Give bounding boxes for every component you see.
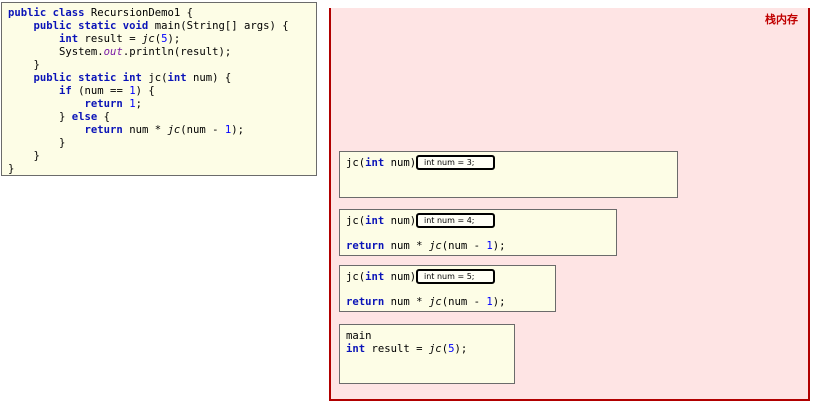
code-token: (num - [180,124,225,136]
code-token: int [365,215,391,227]
code-token: num) [390,271,417,283]
code-token: out [103,46,123,58]
source-code-panel: public class RecursionDemo1 { public sta… [1,2,317,176]
code-token: main(String[] args) { [154,20,289,32]
frame-signature: jc(int num) [346,271,416,284]
code-token: RecursionDemo1 { [90,7,193,19]
code-token: return [84,124,130,136]
stack-memory-title: 栈内存 [765,13,798,26]
code-line: public static void main(String[] args) { [8,20,316,33]
code-token: ); [167,33,181,45]
stack-frame-jc-4: jc(int num) int num = 4; return num * jc… [339,209,617,256]
code-token: main [346,330,372,342]
code-token: return [346,296,391,308]
code-line: System.out.println(result); [8,46,316,59]
code-token: public static void [8,20,155,32]
code-token: jc [428,240,442,252]
code-token: jc( [346,215,366,227]
code-token: num * [390,296,429,308]
code-token: public static int [8,72,149,84]
code-token: result = [84,33,142,45]
code-token: int [59,33,85,45]
code-token: } [8,163,15,175]
code-token: jc [141,33,155,45]
code-token: ); [492,240,506,252]
code-token: ) { [135,85,155,97]
code-token: (num == [78,85,130,97]
code-token: num * [129,124,168,136]
code-token: jc( [346,157,366,169]
code-token: else [71,111,104,123]
code-line: } [8,150,316,163]
code-token: int [365,271,391,283]
code-token: jc [428,296,442,308]
code-token: } [8,150,40,162]
code-token: .println(result); [122,46,232,58]
code-token: (num - [441,296,487,308]
code-line: } [8,59,316,72]
local-variable-box: int num = 3; [416,155,495,170]
local-variable-box: int num = 5; [416,269,495,284]
code-token: System. [8,46,104,58]
stack-memory-panel: 栈内存 jc(int num) int num = 3; jc(int num)… [329,8,810,401]
code-token: public class [8,7,91,19]
stack-frame-jc-3: jc(int num) int num = 3; [339,151,678,198]
stack-frame-jc-5: jc(int num) int num = 5; return num * jc… [339,265,556,312]
code-token: } [8,59,40,71]
code-token: int [167,72,193,84]
code-line: public class RecursionDemo1 { [8,7,316,20]
code-token: num * [390,240,429,252]
main-frame-label: main [346,330,372,343]
code-token: num) [390,157,417,169]
code-line: } [8,163,316,176]
code-token: jc( [148,72,168,84]
code-token: num) [390,215,417,227]
frame-signature: jc(int num) [346,215,416,228]
code-token: num) { [192,72,232,84]
code-token: ); [492,296,506,308]
code-token: int [365,157,391,169]
code-token: (num - [441,240,487,252]
code-token: return [84,98,130,110]
code-token: ); [454,343,468,355]
code-line: } [8,137,316,150]
code-token: return [346,240,391,252]
code-token: result = [371,343,429,355]
code-line: return num * jc(num - 1); [8,124,316,137]
code-token: } [8,137,66,149]
code-line: int result = jc(5); [8,33,316,46]
frame-return-line: return num * jc(num - 1); [346,296,506,309]
code-token: ; [135,98,142,110]
frame-return-line: return num * jc(num - 1); [346,240,506,253]
code-token: jc( [346,271,366,283]
local-variable-box: int num = 4; [416,213,495,228]
code-token: int [346,343,372,355]
code-line: } else { [8,111,316,124]
stack-frame-main: main int result = jc(5); [339,324,515,384]
code-token: jc [428,343,442,355]
main-frame-statement: int result = jc(5); [346,343,467,356]
code-token: if [59,85,79,97]
frame-signature: jc(int num) [346,157,416,170]
code-token: jc [167,124,181,136]
code-line: return 1; [8,98,316,111]
code-token: } [8,111,72,123]
code-line: if (num == 1) { [8,85,316,98]
code-token: { [103,111,111,123]
code-line: public static int jc(int num) { [8,72,316,85]
code-token: ); [231,124,245,136]
